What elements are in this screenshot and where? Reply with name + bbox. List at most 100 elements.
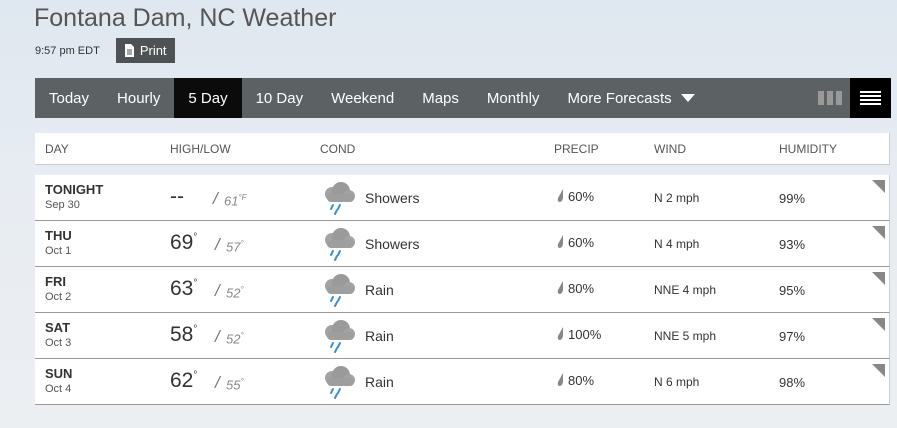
row-wind: NNE 4 mph (654, 283, 717, 297)
tab-today[interactable]: Today (35, 78, 103, 118)
expand-corner-icon[interactable] (872, 226, 885, 239)
print-button[interactable]: Print (115, 38, 175, 63)
row-wind: N 4 mph (654, 237, 700, 251)
row-high: 69° (170, 231, 198, 254)
high-value: -- (170, 185, 184, 208)
tab-5-day[interactable]: 5 Day (174, 78, 242, 118)
expand-corner-icon[interactable] (872, 180, 885, 193)
document-icon (124, 44, 135, 57)
row-humidity: 93% (779, 237, 806, 252)
row-date: Oct 4 (45, 383, 72, 395)
row-humidity: 95% (779, 283, 806, 298)
tab-10-day[interactable]: 10 Day (242, 78, 318, 118)
meta-row: 9:57 pm EDT Print (35, 38, 175, 63)
page-title: Fontana Dam, NC Weather (34, 4, 337, 32)
temp-separator: / (215, 281, 220, 300)
header-cond: COND (320, 141, 356, 156)
high-value: 69 (170, 231, 194, 254)
row-condition: Rain (365, 374, 394, 390)
tab-weekend[interactable]: Weekend (317, 78, 408, 118)
low-unit: ° (240, 285, 244, 294)
tab-maps[interactable]: Maps (408, 78, 473, 118)
header-humidity: HUMIDITY (779, 141, 837, 156)
temp-separator: / (215, 235, 220, 254)
row-wind: N 6 mph (654, 375, 700, 389)
low-value: 52 (226, 331, 241, 347)
rain-cloud-icon (319, 272, 357, 313)
low-value: 57 (226, 239, 241, 255)
table-row[interactable]: TONIGHT Sep 30 -- / 61°F Showers 60% N 2 mph 99% (35, 175, 890, 221)
update-time: 9:57 pm EDT (35, 44, 100, 57)
print-label: Print (139, 43, 167, 58)
row-day: SUN (45, 366, 73, 381)
raindrop-icon (556, 281, 565, 300)
rain-cloud-icon (319, 180, 357, 221)
raindrop-icon (556, 235, 565, 254)
rain-cloud-icon (319, 364, 357, 405)
high-value: 58 (170, 323, 194, 346)
row-precip: 80% (568, 373, 595, 388)
table-row[interactable]: SAT Oct 3 58°/52° Rain 100% NNE 5 mph 97% (35, 313, 890, 359)
row-low: 52° (226, 331, 244, 346)
low-unit: ° (240, 331, 244, 340)
row-day: THU (45, 228, 72, 243)
table-row[interactable]: FRI Oct 2 63°/52° Rain 80% NNE 4 mph 95% (35, 267, 890, 313)
header-wind: WIND (654, 141, 686, 156)
row-precip: 60% (568, 189, 595, 204)
row-high: 63° (170, 277, 198, 300)
row-low: 52° (226, 285, 244, 300)
caret-down-icon (680, 94, 695, 102)
header-high-low: HIGH/LOW (170, 141, 231, 156)
row-low: 55° (226, 377, 244, 392)
raindrop-icon (556, 373, 565, 392)
low-unit: ° (240, 377, 244, 386)
low-unit: °F (238, 193, 247, 202)
row-precip: 80% (568, 281, 595, 296)
low-unit: ° (240, 239, 244, 248)
raindrop-icon (556, 189, 565, 208)
temp-separator: / (215, 327, 220, 346)
row-high: -- (170, 185, 184, 209)
table-row[interactable]: THU Oct 1 69°/57° Showers 60% N 4 mph 93% (35, 221, 890, 267)
row-date: Oct 3 (45, 337, 72, 349)
view-toggles (810, 78, 891, 118)
row-day: FRI (45, 274, 66, 289)
tab-monthly[interactable]: Monthly (473, 78, 554, 118)
row-humidity: 99% (779, 191, 806, 206)
header-day: DAY (45, 141, 69, 156)
temp-separator: / (213, 189, 218, 208)
temp-separator: / (215, 373, 220, 392)
row-day: SAT (45, 320, 71, 335)
row-date: Sep 30 (45, 199, 80, 211)
low-value: 52 (226, 285, 241, 301)
header-precip: PRECIP (554, 141, 599, 156)
row-condition: Showers (365, 190, 420, 206)
tab-hourly[interactable]: Hourly (103, 78, 174, 118)
high-value: 62 (170, 369, 194, 392)
low-value: 55 (226, 377, 241, 393)
row-high: 62° (170, 369, 198, 392)
expand-corner-icon[interactable] (872, 272, 885, 285)
high-value: 63 (170, 277, 194, 300)
rain-cloud-icon (319, 318, 357, 359)
row-wind: NNE 5 mph (654, 329, 717, 343)
row-precip: 60% (568, 235, 595, 250)
table-rows: TONIGHT Sep 30 -- / 61°F Showers 60% N 2 mph 99%… (35, 175, 890, 405)
row-day: TONIGHT (45, 182, 104, 197)
expand-corner-icon[interactable] (872, 318, 885, 331)
low-value: 61 (224, 193, 239, 209)
raindrop-icon (556, 327, 565, 346)
forecast-nav: Today Hourly 5 Day 10 Day Weekend Maps M… (35, 78, 891, 118)
list-view-icon[interactable] (850, 78, 891, 118)
more-forecasts-dropdown[interactable]: More Forecasts (553, 78, 708, 118)
table-row[interactable]: SUN Oct 4 62°/55° Rain 80% N 6 mph 98% (35, 359, 890, 405)
row-wind: N 2 mph (654, 191, 700, 205)
row-condition: Showers (365, 236, 420, 252)
row-humidity: 97% (779, 329, 806, 344)
more-forecasts-label: More Forecasts (567, 89, 672, 107)
row-low: 57° (226, 239, 244, 254)
row-high: 58° (170, 323, 198, 346)
row-humidity: 98% (779, 375, 806, 390)
expand-corner-icon[interactable] (872, 364, 885, 377)
grid-view-icon[interactable] (810, 78, 850, 118)
